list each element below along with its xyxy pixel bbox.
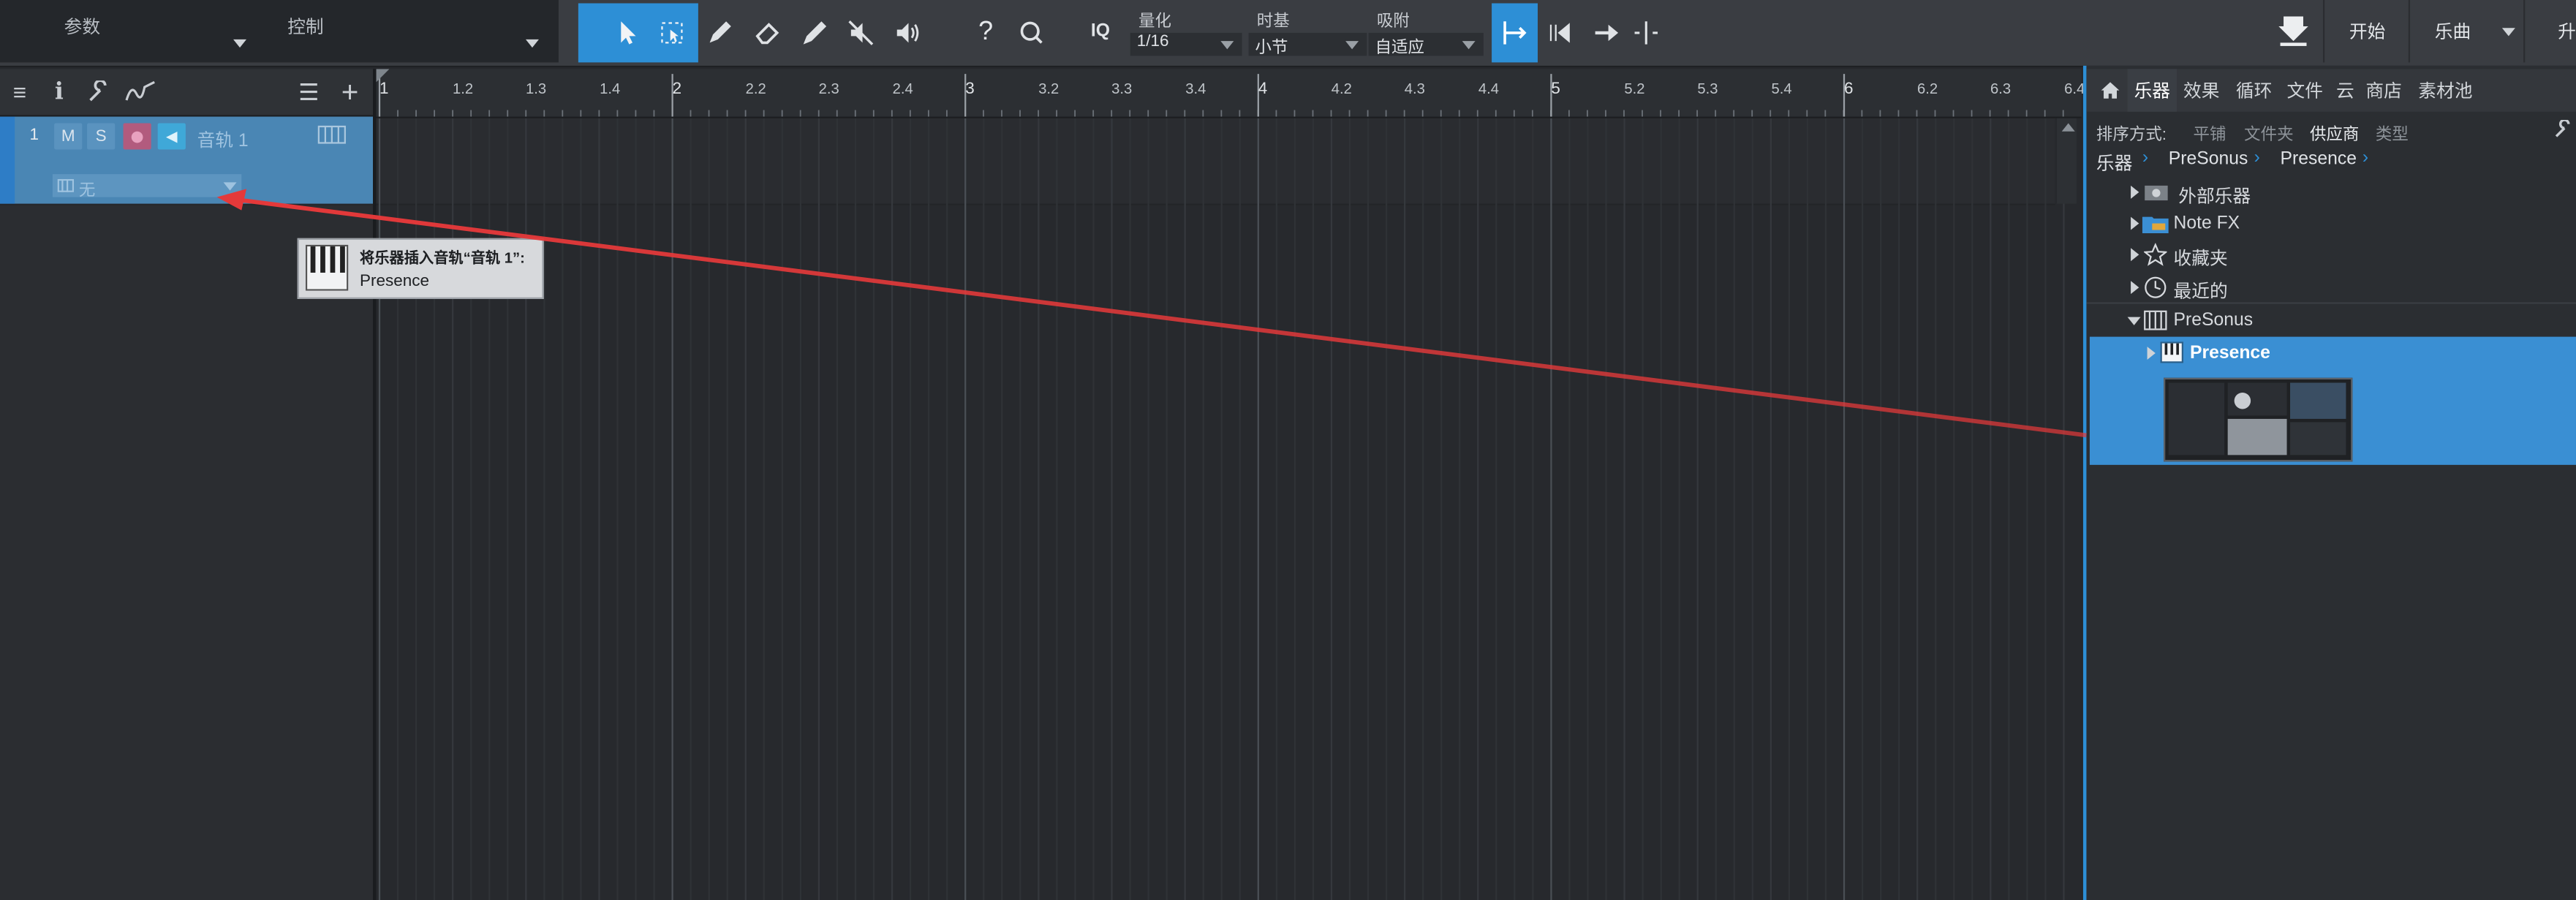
drag-arrow (216, 189, 2087, 438)
drag-arrow-line (243, 198, 2087, 438)
drag-arrow-head-icon (216, 189, 247, 211)
